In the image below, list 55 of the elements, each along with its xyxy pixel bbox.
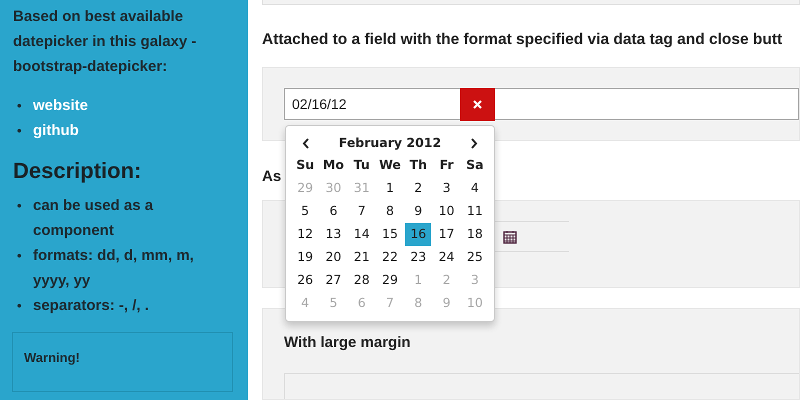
calendar-day[interactable]: 11 (462, 200, 488, 223)
bullet: • (16, 297, 23, 315)
date-field[interactable]: 02/16/12 (284, 88, 460, 120)
description-heading: Description: (13, 157, 142, 185)
calendar-day[interactable]: 15 (376, 223, 403, 246)
calendar-day[interactable]: 26 (292, 269, 318, 292)
weekday-label: Su (296, 156, 314, 174)
bullet: • (16, 197, 23, 215)
calendar-day[interactable]: 4 (462, 177, 488, 200)
chevron-left-icon[interactable] (302, 138, 309, 148)
section-heading: As (262, 167, 282, 188)
close-icon (473, 100, 482, 110)
calendar-day[interactable]: 16 (405, 223, 432, 246)
weekday-label: Fr (440, 156, 454, 174)
warning-title: Warning! (24, 350, 80, 365)
weekday-label: Th (410, 156, 427, 174)
bullet: • (16, 247, 23, 265)
calendar-day[interactable]: 6 (320, 200, 346, 223)
intro-text: Based on best available datepicker in this galaxy - bootstrap-datepicker: (13, 7, 198, 77)
chevron-right-icon[interactable] (471, 138, 478, 148)
section-heading: With large margin (284, 333, 412, 354)
calendar-day[interactable]: 9 (405, 200, 432, 223)
bullet: • (16, 97, 23, 115)
feature-text: separators: -, /, . (33, 296, 149, 316)
bullet: • (16, 122, 23, 140)
calendar-day[interactable]: 18 (462, 223, 488, 246)
calendar-day[interactable]: 17 (434, 223, 460, 246)
calendar-day[interactable]: 2 (405, 177, 432, 200)
calendar-day[interactable]: 10 (434, 200, 460, 223)
calendar-day[interactable]: 21 (348, 246, 375, 269)
calendar-day[interactable]: 1 (376, 177, 403, 200)
calendar-day[interactable]: 25 (462, 246, 488, 269)
weekday-label: Tu (354, 156, 370, 174)
weekday-label: Mo (322, 156, 344, 174)
calendar-day[interactable]: 20 (320, 246, 346, 269)
calendar-icon[interactable] (503, 230, 517, 244)
calendar-day[interactable]: 27 (320, 269, 346, 292)
calendar-day[interactable]: 3 (434, 177, 460, 200)
month-title[interactable]: February 2012 (338, 134, 442, 152)
calendar-day[interactable]: 8 (376, 200, 403, 223)
calendar-day[interactable]: 29 (376, 269, 403, 292)
calendar-day[interactable]: 13 (320, 223, 346, 246)
calendar-day[interactable]: 7 (348, 200, 375, 223)
calendar-day[interactable]: 12 (292, 223, 318, 246)
weekday-label: Sa (466, 156, 484, 174)
section-heading: Attached to a field with the format specified via data tag and close butt (262, 30, 784, 50)
close-button[interactable] (460, 88, 495, 122)
calendar-day[interactable]: 5 (292, 200, 318, 223)
weekday-label: We (379, 156, 401, 174)
calendar-day[interactable]: 14 (348, 223, 375, 246)
calendar-day[interactable]: 24 (434, 246, 460, 269)
calendar-day[interactable]: 19 (292, 246, 318, 269)
calendar-day[interactable]: 22 (376, 246, 403, 269)
calendar-day[interactable]: 28 (348, 269, 375, 292)
calendar-day[interactable]: 23 (405, 246, 432, 269)
